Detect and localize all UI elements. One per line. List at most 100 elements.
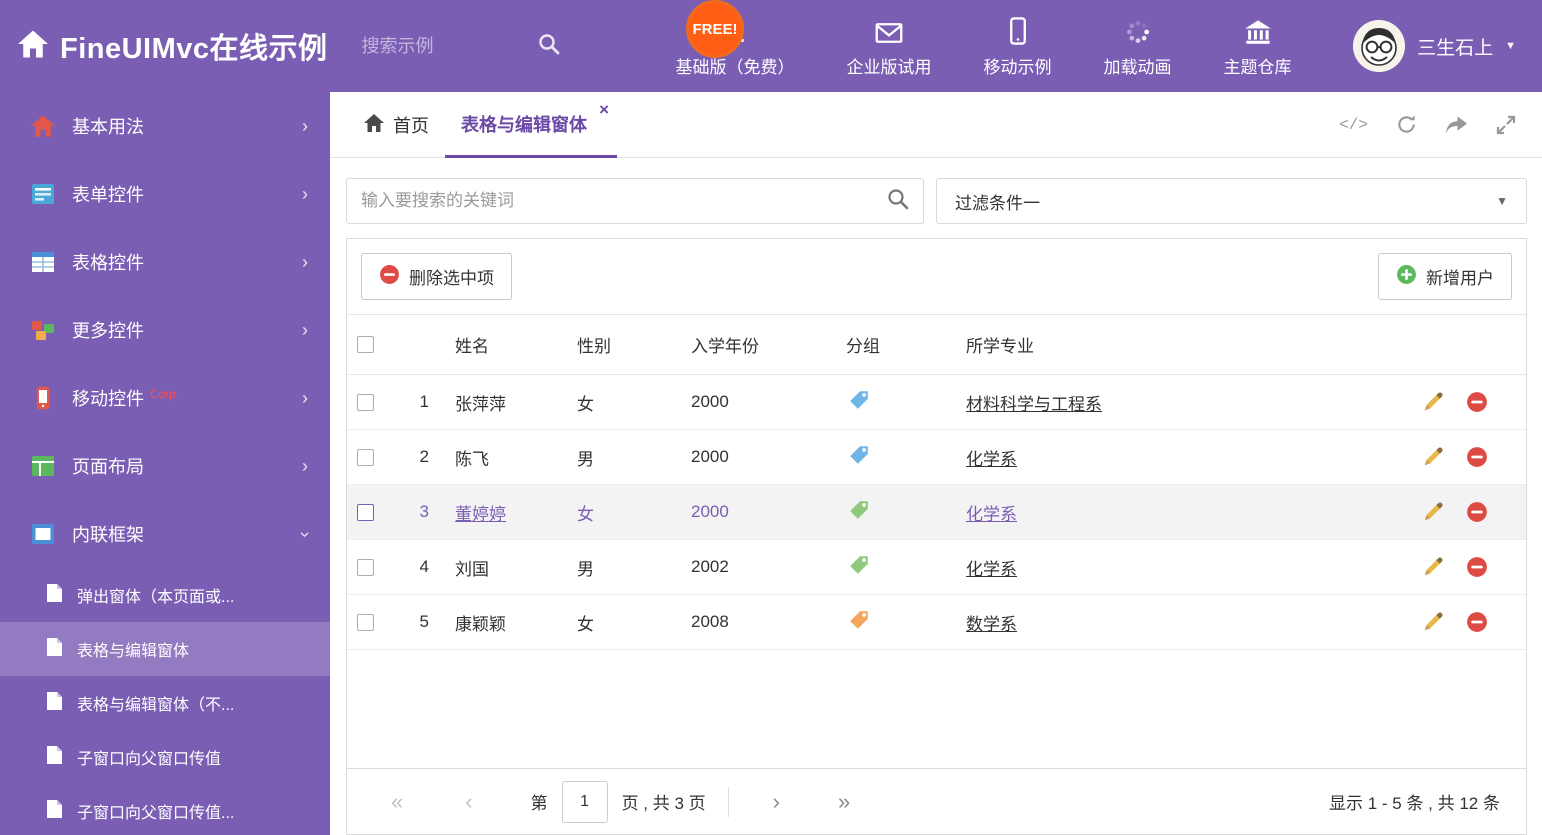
spinner-icon	[1125, 15, 1151, 45]
row-checkbox[interactable]	[357, 503, 374, 521]
major-link[interactable]: 材料科学与工程系	[966, 395, 1102, 414]
page-content: 过滤条件一 ▼ 删除选中项 新增用户	[330, 158, 1542, 835]
next-page-icon[interactable]: ›	[773, 789, 780, 815]
tag-icon	[848, 554, 870, 581]
edit-icon[interactable]	[1422, 611, 1444, 633]
corp-badge: Corp.	[150, 387, 180, 401]
edit-icon[interactable]	[1422, 446, 1444, 468]
select-all-checkbox[interactable]	[357, 336, 374, 353]
form-icon	[30, 183, 56, 205]
tab-bar: 首页 表格与编辑窗体 × </>	[330, 92, 1542, 158]
sidebar-subitem-grid-edit-window-2[interactable]: 表格与编辑窗体（不...	[0, 676, 330, 730]
table-row-selected[interactable]: 3 董婷婷 女 2000 化学系	[347, 485, 1526, 540]
major-link[interactable]: 化学系	[966, 560, 1017, 579]
page-label-after: 页 , 共 3 页	[621, 794, 706, 813]
keyword-search-box	[346, 178, 924, 224]
sidebar-item-grid-controls[interactable]: 表格控件 ›	[0, 228, 330, 296]
header-search-input[interactable]	[361, 35, 512, 57]
delete-icon[interactable]	[1466, 611, 1488, 633]
bank-icon	[1244, 15, 1272, 45]
file-icon	[46, 799, 63, 824]
tag-icon	[848, 444, 870, 471]
share-arrow-icon[interactable]	[1445, 115, 1468, 135]
source-code-icon[interactable]: </>	[1339, 116, 1368, 134]
main-area: 首页 表格与编辑窗体 × </> 输入要搜索的关键词 过滤条件一 ▼ 删除选中项…	[330, 92, 1542, 835]
table-row[interactable]: 5 康颖颖 女 2008 数学系	[347, 595, 1526, 650]
row-number: 2	[419, 447, 429, 466]
sidebar-item-inline-frame[interactable]: 内联框架 ›	[0, 500, 330, 568]
envelope-icon	[875, 15, 903, 45]
divider	[727, 786, 729, 817]
major-link[interactable]: 化学系	[966, 505, 1017, 524]
prev-page-icon[interactable]: ‹	[465, 789, 472, 815]
close-icon[interactable]: ×	[599, 101, 609, 118]
row-checkbox[interactable]	[357, 448, 374, 466]
sidebar: 基本用法 › 表单控件 › 表格控件 › 更多控件 › 移动控件 Corp. ›	[0, 92, 330, 835]
add-user-button[interactable]: 新增用户	[1378, 253, 1512, 300]
pagination-bar: « ‹ 第 页 , 共 3 页 › » 显示 1 - 5 条 , 共 12 条	[347, 768, 1526, 834]
table-row[interactable]: 1 张萍萍 女 2000 材料科学与工程系	[347, 375, 1526, 430]
chevron-right-icon: ›	[302, 115, 308, 136]
cell-name: 刘国	[455, 559, 489, 579]
major-link[interactable]: 数学系	[966, 615, 1017, 634]
sidebar-item-page-layout[interactable]: 页面布局 ›	[0, 432, 330, 500]
sidebar-subitem-grid-edit-window[interactable]: 表格与编辑窗体	[0, 622, 330, 676]
row-checkbox[interactable]	[357, 613, 374, 631]
search-icon[interactable]	[887, 188, 909, 215]
table-row[interactable]: 4 刘国 男 2002 化学系	[347, 540, 1526, 595]
sidebar-item-more-controls[interactable]: 更多控件 ›	[0, 296, 330, 364]
app-header: FineUIMvc在线示例 FREE! 基础版（免费） 企业版试用 移动示例	[0, 0, 1542, 92]
nav-loading-animation[interactable]: 加载动画	[1104, 15, 1172, 78]
expand-icon[interactable]	[1496, 115, 1516, 135]
delete-icon[interactable]	[1466, 446, 1488, 468]
tab-home[interactable]: 首页	[348, 92, 445, 158]
tag-icon	[848, 609, 870, 636]
tag-icon	[848, 499, 870, 526]
file-icon	[46, 745, 63, 770]
edit-icon[interactable]	[1422, 501, 1444, 523]
nav-theme-store[interactable]: 主题仓库	[1224, 15, 1292, 78]
record-summary: 显示 1 - 5 条 , 共 12 条	[1329, 794, 1500, 813]
tab-tools: </>	[1339, 92, 1542, 157]
edit-icon[interactable]	[1422, 391, 1444, 413]
sidebar-subitem-popup-window[interactable]: 弹出窗体（本页面或...	[0, 568, 330, 622]
first-page-icon[interactable]: «	[391, 789, 403, 815]
sidebar-item-mobile-controls[interactable]: 移动控件 Corp. ›	[0, 364, 330, 432]
nav-enterprise-trial[interactable]: 企业版试用	[847, 15, 932, 78]
major-link[interactable]: 化学系	[966, 450, 1017, 469]
last-page-icon[interactable]: »	[838, 789, 850, 815]
filter-dropdown[interactable]: 过滤条件一 ▼	[936, 178, 1527, 224]
user-menu[interactable]: 三生石上 ▼	[1353, 20, 1542, 72]
sidebar-subitem-child-to-parent-2[interactable]: 子窗口向父窗口传值...	[0, 784, 330, 835]
nav-label: 主题仓库	[1223, 57, 1292, 77]
delete-icon[interactable]	[1466, 556, 1488, 578]
tab-grid-edit-window[interactable]: 表格与编辑窗体 ×	[445, 92, 617, 158]
cell-gender: 女	[577, 504, 594, 524]
row-checkbox[interactable]	[357, 393, 374, 411]
row-checkbox[interactable]	[357, 558, 374, 576]
sidebar-item-basic-usage[interactable]: 基本用法 ›	[0, 92, 330, 160]
file-icon	[46, 583, 63, 608]
cell-year: 2000	[691, 502, 729, 521]
refresh-icon[interactable]	[1396, 114, 1417, 135]
chevron-right-icon: ›	[302, 183, 308, 204]
cell-name: 张萍萍	[455, 394, 506, 414]
sidebar-item-form-controls[interactable]: 表单控件 ›	[0, 160, 330, 228]
layout-icon	[30, 455, 56, 477]
delete-icon[interactable]	[1466, 501, 1488, 523]
chevron-right-icon: ›	[302, 387, 308, 408]
nav-label: 基础版（免费）	[675, 57, 795, 77]
keyword-search-input[interactable]	[361, 191, 887, 211]
search-icon[interactable]	[538, 33, 560, 60]
page-number-input[interactable]	[561, 780, 608, 823]
table-row[interactable]: 2 陈飞 男 2000 化学系	[347, 430, 1526, 485]
brand[interactable]: FineUIMvc在线示例	[0, 25, 328, 67]
col-header-year: 入学年份	[691, 337, 759, 356]
edit-icon[interactable]	[1422, 556, 1444, 578]
cell-year: 2002	[691, 557, 729, 576]
sidebar-subitem-child-to-parent[interactable]: 子窗口向父窗口传值	[0, 730, 330, 784]
file-icon	[46, 691, 63, 716]
delete-icon[interactable]	[1466, 391, 1488, 413]
delete-selected-button[interactable]: 删除选中项	[361, 253, 512, 300]
nav-mobile-demo[interactable]: 移动示例	[984, 15, 1052, 78]
